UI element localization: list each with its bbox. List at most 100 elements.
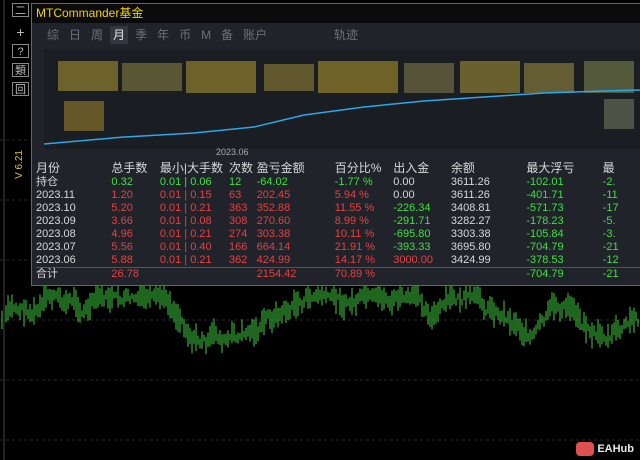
- monthly-stats-table: 月份 总手数 最小|大手数 次数 盈亏金额 百分比% 出入金 余额 最大浮亏 最 持仓 0.32 0.…: [36, 160, 640, 281]
- chart-date-label: 2023.06: [216, 147, 249, 157]
- table-cell: 363: [229, 202, 248, 214]
- header-cell: 最小|大手数: [159, 160, 223, 175]
- table-cell: -105.84: [526, 228, 564, 240]
- tab-2[interactable]: 周: [88, 26, 106, 44]
- table-cell: -1.77 %: [334, 176, 373, 188]
- table-cell: -571.73: [526, 202, 564, 214]
- toolbar-button-1[interactable]: 二: [12, 3, 29, 17]
- header-cell: 总手数: [111, 160, 148, 175]
- tab-9[interactable]: 账户: [240, 26, 270, 44]
- tab-6[interactable]: 币: [176, 26, 194, 44]
- table-cell: 5.20: [111, 202, 133, 214]
- table-cell: 2023.08: [36, 228, 76, 240]
- table-cell: 303.38: [256, 228, 291, 240]
- table-cell: -5.: [602, 215, 616, 227]
- table-cell: 0.01 | 0.15: [159, 189, 212, 201]
- table-cell: 3282.27: [450, 215, 491, 227]
- table-cell: -3.: [602, 228, 616, 240]
- total-cell: 70.89 %: [334, 267, 394, 281]
- table-cell: 5.56: [111, 241, 133, 253]
- table-cell: -21: [602, 241, 619, 253]
- period-tabs: 综日周月季年币 M 备账户: [44, 26, 274, 44]
- help-icon[interactable]: ?: [12, 44, 29, 58]
- crosshair-icon[interactable]: +: [12, 25, 29, 39]
- table-cell: 308: [229, 215, 248, 227]
- tab-7[interactable]: M: [198, 26, 214, 44]
- redacted-block: [460, 61, 520, 93]
- header-cell: 月份: [36, 160, 61, 175]
- table-cell: -64.02: [256, 176, 288, 188]
- table-row[interactable]: 持仓 0.32 0.01 | 0.06 12 -64.02 -1.77 % 0.00 3611…: [36, 176, 640, 189]
- table-cell: 2023.10: [36, 202, 76, 214]
- watermark-text: EAHub: [597, 443, 634, 455]
- header-cell: 出入金: [393, 160, 430, 175]
- table-cell: 0.01 | 0.21: [159, 228, 212, 240]
- tab-8[interactable]: 备: [218, 26, 236, 44]
- table-row[interactable]: 2023.07 5.56 0.01 | 0.40 166 664.14 21.91 % -3…: [36, 241, 640, 254]
- table-cell: 3611.26: [450, 189, 490, 201]
- table-cell: -2.: [602, 176, 616, 188]
- table-cell: 3.66: [111, 215, 133, 227]
- table-cell: 270.60: [256, 215, 291, 227]
- watermark: EAHub: [576, 442, 634, 456]
- tab-0[interactable]: 综: [44, 26, 62, 44]
- header-cell: 最大浮亏: [526, 160, 575, 175]
- header-cell: 余额: [450, 160, 475, 175]
- total-row: 合计 26.78 2154.42 70.89 % -704.79 -21: [36, 267, 640, 281]
- total-cell: 2154.42: [256, 267, 335, 281]
- table-cell: 0.32: [111, 176, 133, 188]
- table-cell: -393.33: [393, 241, 431, 253]
- total-cell: -704.79: [526, 267, 603, 281]
- total-cell: 合计: [36, 267, 112, 281]
- table-cell: 166: [229, 241, 248, 253]
- table-cell: 0.01 | 0.21: [159, 254, 212, 266]
- table-cell: 2023.11: [36, 189, 75, 201]
- tab-4[interactable]: 季: [132, 26, 150, 44]
- equity-line: [44, 89, 640, 145]
- equity-chart: [44, 49, 640, 149]
- table-cell: 3424.99: [450, 254, 491, 266]
- panel-title[interactable]: MTCommander基金: [32, 4, 640, 23]
- table-cell: 12: [229, 176, 242, 188]
- table-cell: -178.23: [526, 215, 564, 227]
- table-cell: 0.01 | 0.40: [159, 241, 212, 253]
- redacted-block: [58, 61, 118, 91]
- table-row[interactable]: 2023.11 1.20 0.01 | 0.15 63 202.45 5.94 % 0.00…: [36, 189, 640, 202]
- table-cell: 2023.06: [36, 254, 76, 266]
- table-cell: -12: [602, 254, 619, 266]
- table-row[interactable]: 2023.06 5.88 0.01 | 0.21 362 424.99 14.17 % 30…: [36, 254, 640, 268]
- table-cell: -401.71: [526, 189, 564, 201]
- eahub-logo-icon: [576, 442, 595, 456]
- table-row[interactable]: 2023.09 3.66 0.01 | 0.08 308 270.60 8.99 % -29…: [36, 215, 640, 228]
- total-cell: [229, 267, 257, 281]
- tab-3[interactable]: 月: [110, 26, 129, 44]
- table-cell: 14.17 %: [334, 254, 376, 266]
- toolbar-button-4[interactable]: 類: [12, 63, 29, 77]
- tab-5[interactable]: 年: [154, 26, 172, 44]
- tab-trajectory[interactable]: 轨迹: [334, 26, 358, 44]
- redacted-block: [584, 61, 634, 93]
- table-cell: 424.99: [256, 254, 291, 266]
- table-cell: -695.80: [393, 228, 431, 240]
- table-row[interactable]: 2023.08 4.96 0.01 | 0.21 274 303.38 10.11 % -6…: [36, 228, 640, 241]
- redacted-block: [64, 101, 104, 131]
- header-cell: 最: [602, 160, 615, 175]
- redacted-block: [404, 63, 454, 93]
- table-cell: 持仓: [36, 176, 58, 188]
- total-cell: 26.78: [111, 267, 160, 281]
- total-cell: [450, 267, 527, 281]
- redacted-block: [264, 64, 314, 91]
- toolbar-button-5[interactable]: 回: [12, 82, 29, 96]
- tab-1[interactable]: 日: [66, 26, 84, 44]
- table-cell: 3303.38: [450, 228, 491, 240]
- table-row[interactable]: 2023.10 5.20 0.01 | 0.21 363 352.88 11.55 % -2…: [36, 202, 640, 215]
- table-cell: 5.88: [111, 254, 133, 266]
- table-cell: 1.20: [111, 189, 133, 201]
- table-cell: 0.00: [393, 189, 415, 201]
- table-cell: 2023.09: [36, 215, 76, 227]
- table-cell: 3695.80: [450, 241, 491, 253]
- table-cell: 4.96: [111, 228, 133, 240]
- table-cell: -291.71: [393, 215, 431, 227]
- table-cell: 664.14: [256, 241, 291, 253]
- redacted-block: [318, 61, 398, 93]
